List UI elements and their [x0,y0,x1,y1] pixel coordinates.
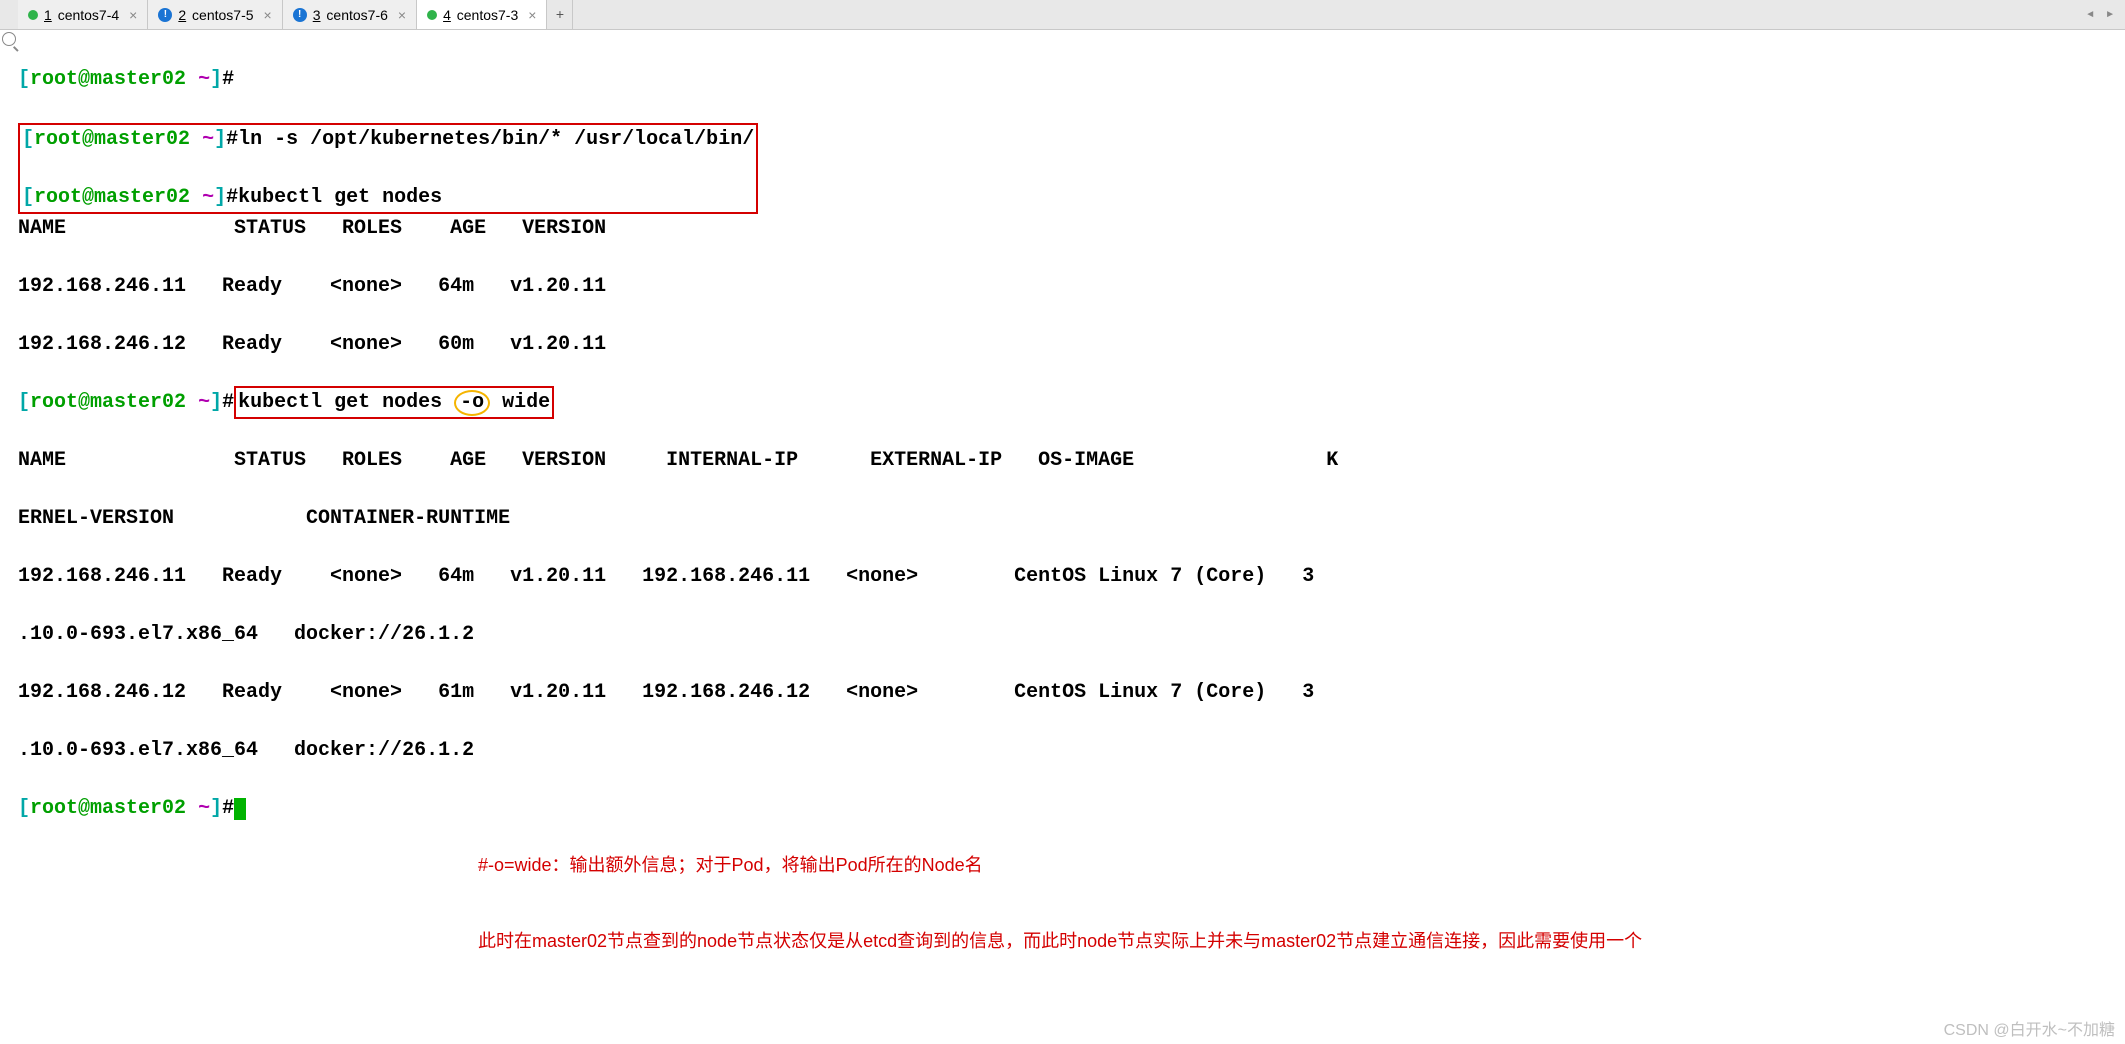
command-get-nodes-wide-a: kubectl get nodes [238,391,454,414]
highlighted-command-box: kubectl get nodes -o wide [234,386,554,419]
status-dot-icon [427,10,437,20]
tab-number: 2 [178,7,186,23]
new-tab-button[interactable]: + [547,0,573,29]
info-icon: ! [158,8,172,22]
tab-centos7-6[interactable]: ! 3 centos7-6 × [283,0,417,29]
tab-number: 1 [44,7,52,23]
table-row: 192.168.246.12 Ready <none> 60m v1.20.11 [18,330,2121,359]
prompt-user: root@master02 [30,68,186,91]
close-icon[interactable]: × [528,7,536,23]
circled-flag: -o [454,390,490,416]
tab-label: centos7-3 [457,7,518,23]
prompt-hash: # [222,68,234,91]
nodes-header: NAME STATUS ROLES AGE VERSION [18,214,2121,243]
tab-label: centos7-4 [58,7,119,23]
tab-number: 3 [313,7,321,23]
chevron-right-icon[interactable]: ► [2101,7,2119,22]
table-row: 192.168.246.12 Ready <none> 61m v1.20.11… [18,678,2121,707]
tab-centos7-5[interactable]: ! 2 centos7-5 × [148,0,282,29]
terminal-output[interactable]: [root@master02 ~]# [root@master02 ~]#ln … [0,30,2125,1044]
annotation-note-2: 此时在master02节点查到的node节点状态仅是从etcd查询到的信息，而此… [478,931,1642,951]
tab-centos7-3[interactable]: 4 centos7-3 × [417,0,547,29]
close-icon[interactable]: × [264,7,272,23]
table-row: .10.0-693.el7.x86_64 docker://26.1.2 [18,620,2121,649]
prompt-bracket: [ [18,68,30,91]
tab-nav-arrows: ◄ ► [2081,7,2125,22]
highlighted-commands-box: [root@master02 ~]#ln -s /opt/kubernetes/… [18,123,758,214]
command-ln: ln -s /opt/kubernetes/bin/* /usr/local/b… [238,128,754,151]
command-get-nodes-wide-b: wide [490,391,550,414]
table-row: 192.168.246.11 Ready <none> 64m v1.20.11 [18,272,2121,301]
chevron-left-icon[interactable]: ◄ [2081,7,2099,22]
close-icon[interactable]: × [129,7,137,23]
cursor-icon [234,798,246,820]
tab-label: centos7-6 [326,7,387,23]
command-get-nodes: kubectl get nodes [238,186,442,209]
wide-header-line2: ERNEL-VERSION CONTAINER-RUNTIME [18,504,2121,533]
tab-centos7-4[interactable]: 1 centos7-4 × [18,0,148,29]
close-icon[interactable]: × [398,7,406,23]
status-dot-icon [28,10,38,20]
tab-bar: 1 centos7-4 × ! 2 centos7-5 × ! 3 centos… [0,0,2125,30]
tab-label: centos7-5 [192,7,253,23]
tab-number: 4 [443,7,451,23]
info-icon: ! [293,8,307,22]
wide-header-line1: NAME STATUS ROLES AGE VERSION INTERNAL-I… [18,446,2121,475]
table-row: 192.168.246.11 Ready <none> 64m v1.20.11… [18,562,2121,591]
prompt-path: ~ [198,68,210,91]
prompt-space [186,68,198,91]
annotation-note-1: #-o=wide：输出额外信息；对于Pod，将输出Pod所在的Node名 [478,855,983,875]
table-row: .10.0-693.el7.x86_64 docker://26.1.2 [18,736,2121,765]
watermark: CSDN @白开水~不加糖 [1944,1019,2115,1042]
prompt-bracket: ] [210,68,222,91]
